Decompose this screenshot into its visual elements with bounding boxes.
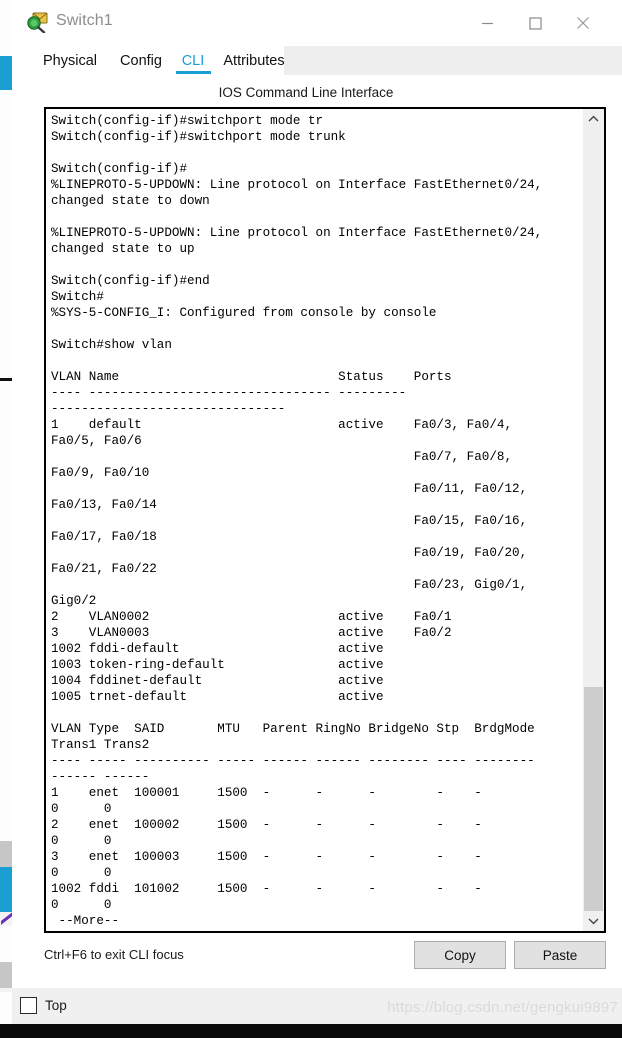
terminal-text[interactable]: Switch(config-if)#switchport mode tr Swi…	[51, 113, 577, 931]
minimize-button[interactable]	[464, 0, 510, 46]
close-button[interactable]	[560, 0, 606, 46]
cli-panel: IOS Command Line Interface Switch(config…	[26, 75, 622, 988]
terminal-scrollbar[interactable]	[583, 109, 604, 931]
top-checkbox[interactable]	[20, 997, 37, 1014]
scrollbar-thumb[interactable]	[584, 687, 603, 911]
top-checkbox-label: Top	[45, 998, 67, 1013]
desktop-background: Switch1 Physical Config CLI Attributes I…	[0, 0, 622, 1038]
cli-focus-hint: Ctrl+F6 to exit CLI focus	[44, 947, 184, 962]
tab-attributes[interactable]: Attributes	[218, 46, 290, 75]
maximize-button[interactable]	[512, 0, 558, 46]
scroll-up-icon[interactable]	[583, 109, 604, 129]
copy-button[interactable]: Copy	[414, 941, 506, 969]
window-titlebar[interactable]: Switch1	[12, 0, 622, 47]
tab-strip: Physical Config CLI Attributes	[26, 46, 622, 75]
scroll-down-icon[interactable]	[583, 911, 604, 931]
switch-device-window: Switch1 Physical Config CLI Attributes I…	[12, 0, 622, 1024]
packet-tracer-envelope-icon	[26, 11, 48, 34]
taskbar	[0, 1024, 622, 1038]
watermark-text: https://blog.csdn.net/gengkui9897	[387, 999, 618, 1016]
panel-title: IOS Command Line Interface	[218, 85, 394, 100]
window-bottom-bar: Top https://blog.csdn.net/gengkui9897	[12, 988, 622, 1024]
window-title: Switch1	[56, 12, 113, 29]
active-tab-indicator	[176, 71, 211, 74]
paste-button[interactable]: Paste	[514, 941, 606, 969]
terminal-output-area[interactable]: Switch(config-if)#switchport mode tr Swi…	[44, 107, 606, 933]
tab-physical[interactable]: Physical	[36, 46, 104, 75]
tab-config[interactable]: Config	[114, 46, 168, 75]
